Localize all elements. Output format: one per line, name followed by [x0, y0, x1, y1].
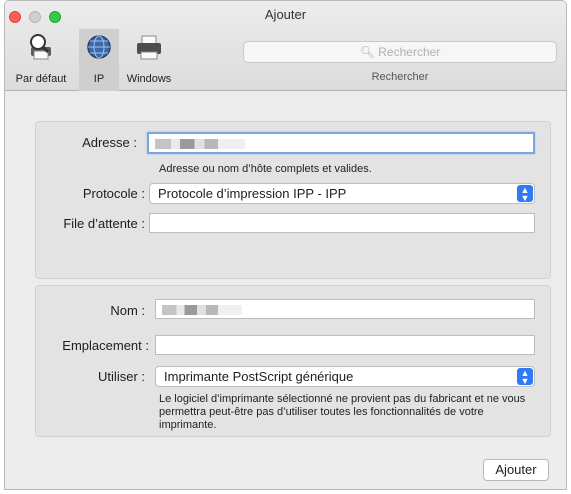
protocol-select[interactable]: Protocole d’impression IPP - IPP ▲ ▼ — [149, 183, 535, 204]
driver-note: Le logiciel d’imprimante sélectionné ne … — [159, 393, 526, 431]
window-title: Ajouter — [264, 7, 307, 22]
name-value-redacted — [162, 304, 242, 315]
location-label: Emplacement : — [62, 338, 149, 353]
search-caption: Rechercher — [371, 71, 429, 83]
queue-field[interactable] — [149, 213, 535, 233]
location-field[interactable] — [155, 335, 535, 355]
tab-ip-label: IP — [93, 73, 105, 85]
add-printer-window: Ajouter Par défaut IP Windows 🔍︎ Recherc… — [4, 0, 567, 490]
protocol-label: Protocole : — [82, 186, 145, 201]
search-icon: 🔍︎ — [359, 45, 375, 59]
queue-label: File d’attente : — [63, 216, 145, 231]
tab-windows-label: Windows — [126, 73, 172, 85]
tab-windows[interactable]: Windows — [119, 29, 179, 91]
tab-default-label: Par défaut — [15, 73, 67, 85]
chevron-updown-icon: ▲ ▼ — [517, 185, 533, 203]
chevron-updown-icon: ▲ ▼ — [517, 368, 533, 386]
search-input[interactable]: 🔍︎ Rechercher — [243, 41, 557, 63]
tab-ip[interactable]: IP — [79, 29, 119, 91]
name-field[interactable] — [155, 299, 535, 319]
protocol-value: Protocole d’impression IPP - IPP — [158, 186, 347, 201]
address-label: Adresse : — [82, 135, 137, 150]
address-hint: Adresse ou nom d’hôte complets et valide… — [159, 163, 372, 175]
tab-default[interactable]: Par défaut — [5, 29, 77, 91]
windows-printer-icon — [137, 35, 161, 60]
address-value-redacted — [155, 138, 245, 149]
address-field[interactable] — [147, 132, 535, 154]
title-bar: Ajouter Par défaut IP Windows 🔍︎ Recherc… — [5, 1, 566, 91]
globe-icon — [87, 35, 111, 59]
driver-value: Imprimante PostScript générique — [164, 369, 354, 384]
add-button[interactable]: Ajouter — [483, 459, 549, 481]
use-label: Utiliser : — [98, 369, 145, 384]
printer-icon — [30, 34, 51, 60]
driver-select[interactable]: Imprimante PostScript générique ▲ ▼ — [155, 366, 535, 387]
search-placeholder: Rechercher — [378, 45, 441, 59]
name-label: Nom : — [110, 303, 145, 318]
